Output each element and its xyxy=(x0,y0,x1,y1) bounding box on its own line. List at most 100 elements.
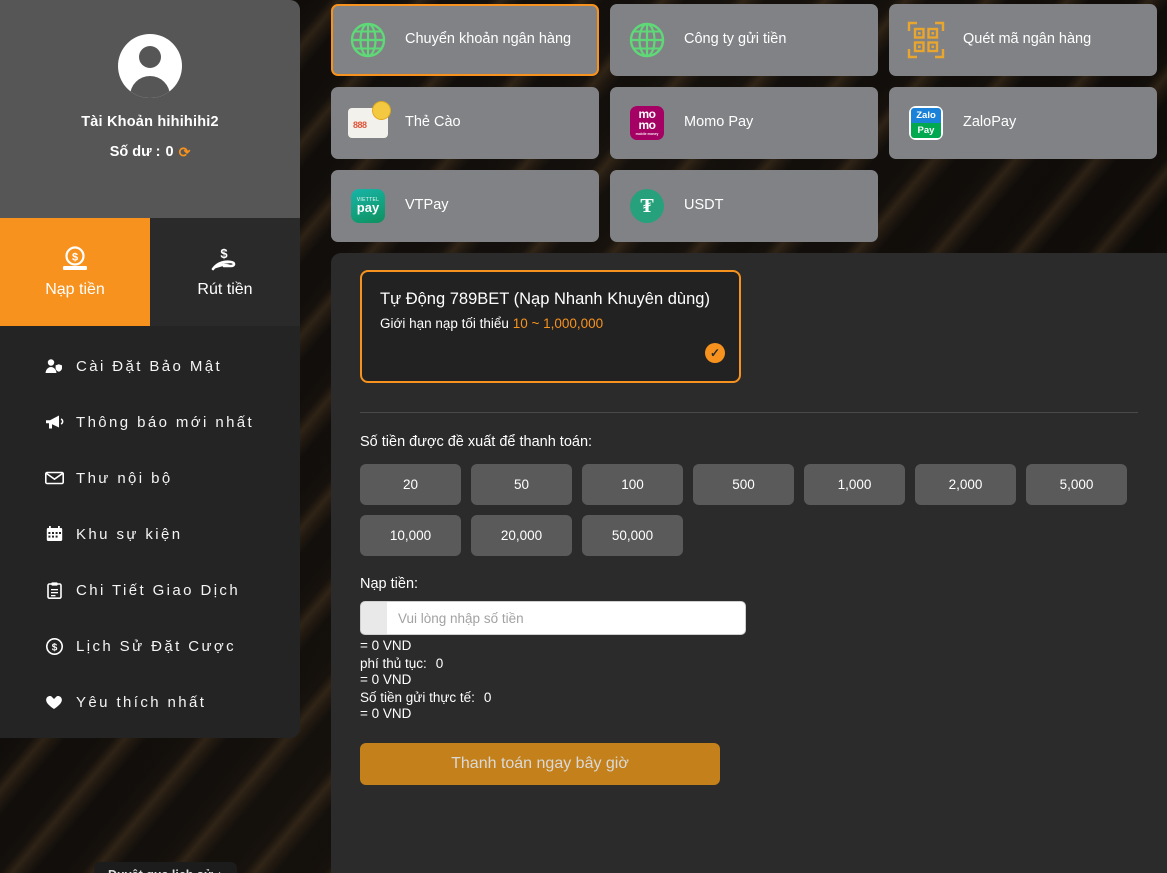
payment-method-scratch-card[interactable]: 888 Thẻ Cào xyxy=(331,87,599,159)
qr-code-icon xyxy=(905,19,947,61)
avatar xyxy=(118,34,182,98)
user-shield-icon xyxy=(44,358,64,374)
dollar-circle-icon: $ xyxy=(44,637,64,655)
payment-method-qr-scan[interactable]: Quét mã ngân hàng xyxy=(889,4,1157,76)
amount-chip[interactable]: 100 xyxy=(582,464,683,505)
payment-method-label: Momo Pay xyxy=(684,114,754,131)
amount-chip[interactable]: 10,000 xyxy=(360,515,461,556)
browse-history-pill[interactable]: Duyệt qua lịch sử ↑ xyxy=(94,862,237,873)
payment-method-momo[interactable]: mo mo mobile money Momo Pay xyxy=(610,87,878,159)
viettelpay-icon: VIETTEL pay xyxy=(347,185,389,227)
fee-label: phí thủ tục: xyxy=(360,656,427,671)
fee-value: 0 xyxy=(435,656,444,671)
amount-chip[interactable]: 5,000 xyxy=(1026,464,1127,505)
promo-limit: Giới hạn nạp tối thiểu 10 ~ 1,000,000 xyxy=(380,316,723,331)
payment-method-usdt[interactable]: ₮ USDT xyxy=(610,170,878,242)
payment-method-label: Công ty gửi tiền xyxy=(684,31,787,48)
balance-label: Số dư : xyxy=(109,144,161,160)
check-circle-icon: ✓ xyxy=(705,343,725,363)
payment-method-label: USDT xyxy=(684,197,724,214)
promo-title: Tự Động 789BET (Nạp Nhanh Khuyên dùng) xyxy=(380,290,710,308)
usdt-icon: ₮ xyxy=(626,185,668,227)
sidebar-item-label: Khu sự kiện xyxy=(76,525,183,543)
amount-input[interactable] xyxy=(387,601,746,635)
currency-prefix xyxy=(360,601,387,635)
svg-text:$: $ xyxy=(72,251,78,263)
sidebar-item-security[interactable]: Cài Đặt Bảo Mật xyxy=(0,338,300,394)
amount-chip[interactable]: 20,000 xyxy=(471,515,572,556)
amount-input-group xyxy=(360,601,746,635)
sidebar-item-label: Chi Tiết Giao Dịch xyxy=(76,581,241,599)
amount-field-label: Nạp tiền: xyxy=(360,576,419,592)
globe-icon xyxy=(626,19,668,61)
sidebar-item-inbox[interactable]: Thư nội bộ xyxy=(0,450,300,506)
payment-method-label: ZaloPay xyxy=(963,114,1017,131)
svg-text:$: $ xyxy=(220,246,228,261)
suggested-amounts-list: 20 50 100 500 1,000 2,000 5,000 10,000 2… xyxy=(360,464,1140,556)
sidebar-item-label: Lịch Sử Đặt Cược xyxy=(76,637,237,655)
converted-amount: = 0 VND xyxy=(360,638,412,653)
payment-method-label: Chuyển khoản ngân hàng xyxy=(405,31,572,48)
payment-method-bank-transfer[interactable]: Chuyển khoản ngân hàng xyxy=(331,4,599,76)
clipboard-icon xyxy=(44,581,64,599)
heart-icon xyxy=(44,694,64,710)
account-tabs: $ Nạp tiền $ Rút tiền xyxy=(0,218,300,326)
svg-text:$: $ xyxy=(51,642,57,653)
actual-converted: = 0 VND xyxy=(360,706,412,721)
momo-icon: mo mo mobile money xyxy=(626,102,668,144)
payment-method-vtpay[interactable]: VIETTEL pay VTPay xyxy=(331,170,599,242)
sidebar: Tài Khoản hihihihi2 Số dư : 0 ⟳ $ Nạp ti… xyxy=(0,0,300,738)
balance-row: Số dư : 0 ⟳ xyxy=(0,144,300,160)
payment-method-label: VTPay xyxy=(405,197,449,214)
amount-chip[interactable]: 1,000 xyxy=(804,464,905,505)
promo-option-789bet[interactable]: Tự Động 789BET (Nạp Nhanh Khuyên dùng) G… xyxy=(360,270,741,383)
withdraw-hand-icon: $ xyxy=(210,246,240,272)
pay-now-button[interactable]: Thanh toán ngay bây giờ xyxy=(360,743,720,785)
payment-method-company-deposit[interactable]: Công ty gửi tiền xyxy=(610,4,878,76)
tab-deposit[interactable]: $ Nạp tiền xyxy=(0,218,150,326)
amount-chip[interactable]: 50 xyxy=(471,464,572,505)
sidebar-menu: Cài Đặt Bảo Mật Thông báo mới nhất Thư n… xyxy=(0,326,300,730)
scratch-card-icon: 888 xyxy=(347,98,394,144)
envelope-icon xyxy=(44,471,64,485)
globe-icon xyxy=(347,19,389,61)
sidebar-item-announcements[interactable]: Thông báo mới nhất xyxy=(0,394,300,450)
deposit-panel: Tự Động 789BET (Nạp Nhanh Khuyên dùng) G… xyxy=(331,253,1167,873)
suggested-amounts-label: Số tiền được đề xuất để thanh toán: xyxy=(360,434,593,450)
payment-method-zalopay[interactable]: Zalo Pay ZaloPay xyxy=(889,87,1157,159)
sidebar-item-events[interactable]: Khu sự kiện xyxy=(0,506,300,562)
account-name: Tài Khoản hihihihi2 xyxy=(81,114,219,130)
app-root: Tài Khoản hihihihi2 Số dư : 0 ⟳ $ Nạp ti… xyxy=(0,0,1167,873)
sidebar-item-bet-history[interactable]: $ Lịch Sử Đặt Cược xyxy=(0,618,300,674)
refresh-icon[interactable]: ⟳ xyxy=(179,145,191,159)
sidebar-item-label: Thư nội bộ xyxy=(76,469,173,487)
sidebar-item-label: Cài Đặt Bảo Mật xyxy=(76,357,223,375)
sidebar-item-label: Thông báo mới nhất xyxy=(76,413,255,431)
amount-chip[interactable]: 20 xyxy=(360,464,461,505)
sidebar-item-favorites[interactable]: Yêu thích nhất xyxy=(0,674,300,730)
profile-section: Tài Khoản hihihihi2 Số dư : 0 ⟳ xyxy=(0,0,300,218)
amount-chip[interactable]: 2,000 xyxy=(915,464,1016,505)
payment-method-label: Quét mã ngân hàng xyxy=(963,31,1092,48)
panel-divider xyxy=(360,412,1138,413)
fee-converted: = 0 VND xyxy=(360,672,412,687)
tab-withdraw[interactable]: $ Rút tiền xyxy=(150,218,300,326)
sidebar-item-label: Yêu thích nhất xyxy=(76,693,207,711)
deposit-coin-icon: $ xyxy=(60,245,90,272)
amount-chip[interactable]: 50,000 xyxy=(582,515,683,556)
tab-deposit-label: Nạp tiền xyxy=(45,280,105,298)
zalopay-icon: Zalo Pay xyxy=(905,102,947,144)
fee-row: phí thủ tục: 0 xyxy=(360,656,1167,671)
tab-withdraw-label: Rút tiền xyxy=(197,280,253,298)
amount-chip[interactable]: 500 xyxy=(693,464,794,505)
promo-limit-prefix: Giới hạn nạp tối thiểu xyxy=(380,315,509,331)
actual-label: Số tiền gửi thực tế: xyxy=(360,690,475,705)
actual-row: Số tiền gửi thực tế: 0 xyxy=(360,690,1167,705)
payment-method-list: Chuyển khoản ngân hàng Công ty gửi tiền xyxy=(331,4,1167,242)
payment-method-label: Thẻ Cào xyxy=(405,114,461,131)
sidebar-item-transactions[interactable]: Chi Tiết Giao Dịch xyxy=(0,562,300,618)
megaphone-icon xyxy=(44,414,64,430)
promo-limit-range: 10 ~ 1,000,000 xyxy=(512,315,604,331)
actual-value: 0 xyxy=(483,690,492,705)
calendar-icon xyxy=(44,526,64,542)
